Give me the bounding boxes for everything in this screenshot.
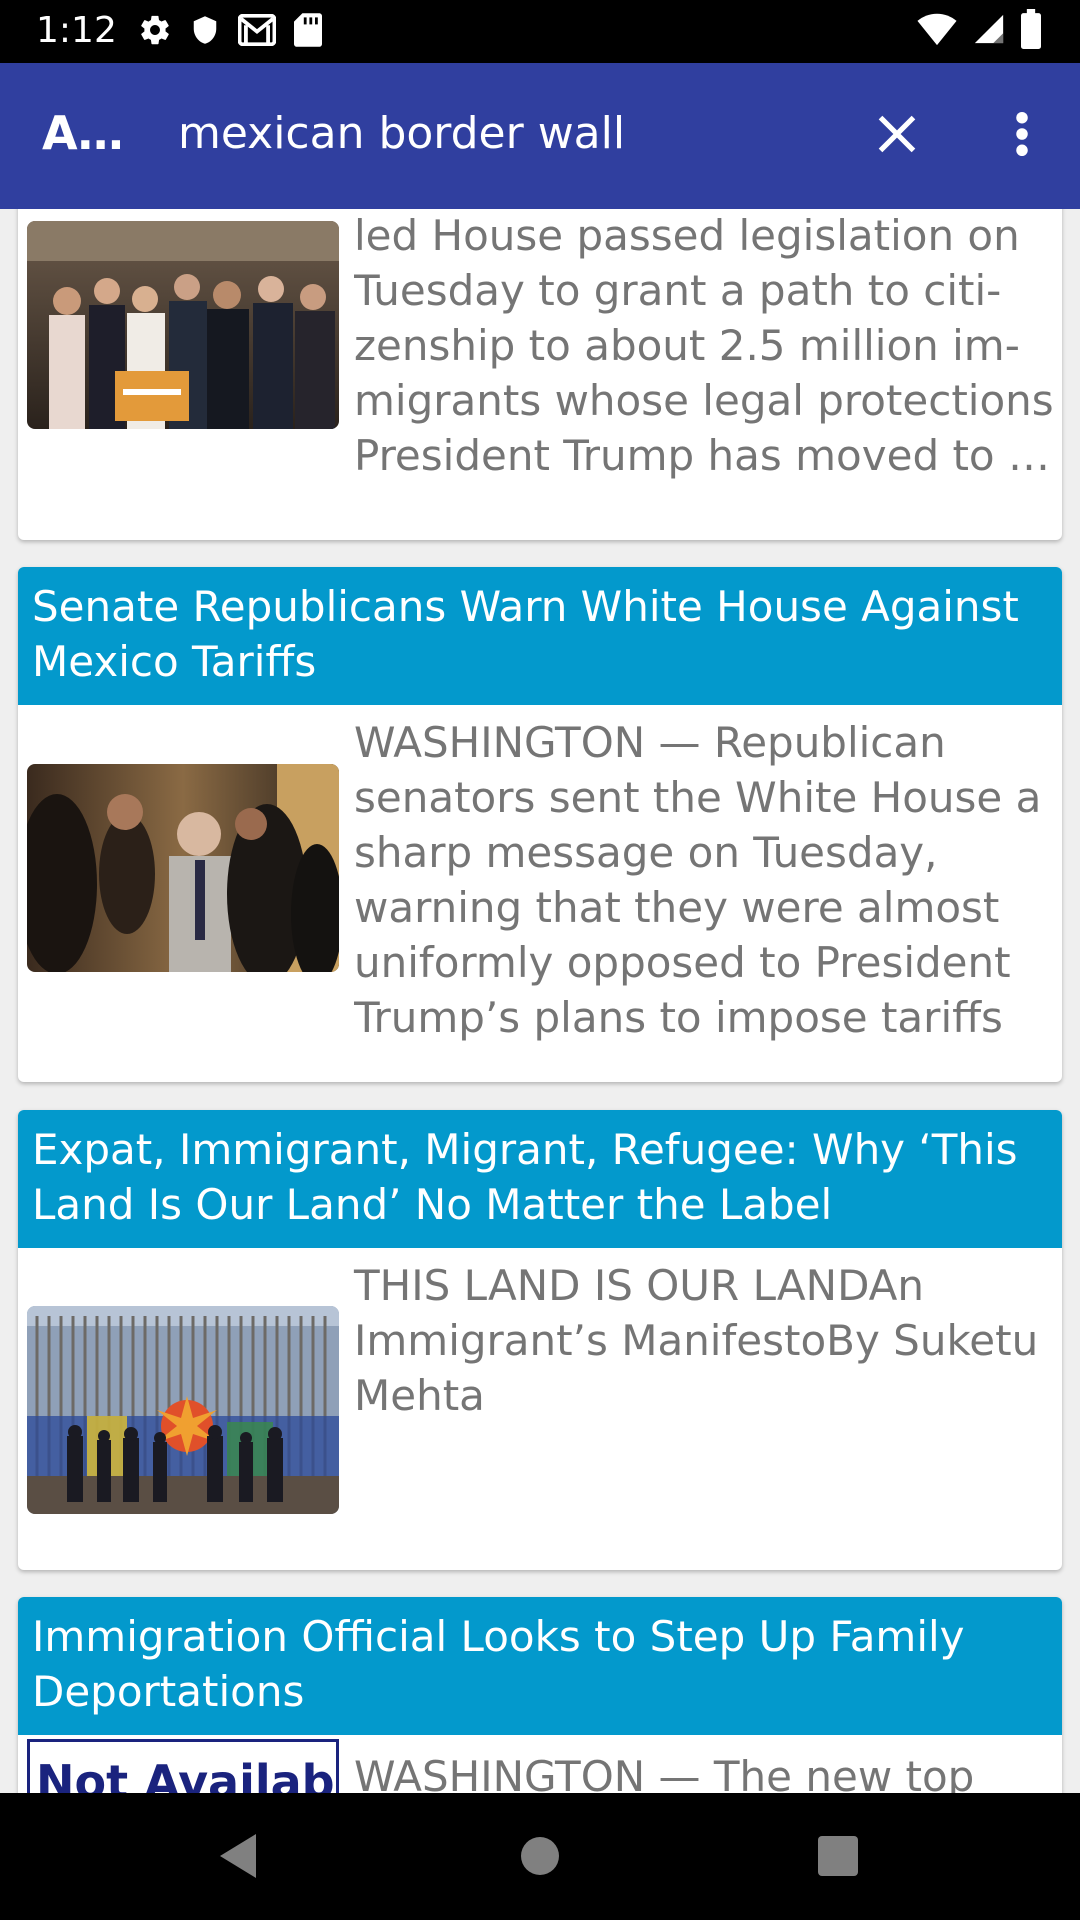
status-notification-icons <box>138 12 322 52</box>
navigation-bar <box>0 1793 1080 1920</box>
back-icon <box>216 1832 260 1884</box>
status-bar: 1:12 <box>0 0 1080 63</box>
article-card[interactable]: Expat, Immigrant, Migrant, Refugee: Why … <box>18 1110 1062 1570</box>
status-system-icons <box>916 9 1042 53</box>
article-snippet: WASHINGTON — Republican senators sent th… <box>354 718 1042 1042</box>
article-snippet: WASHINGTON — The Democrat-led House pass… <box>354 211 1054 480</box>
article-thumbnail <box>27 221 339 429</box>
article-title: Expat, Immigrant, Migrant, Refugee: Why … <box>18 1110 1062 1248</box>
signal-icon <box>972 12 1006 50</box>
article-snippet: THIS LAND IS OUR LANDAn Immigrant’s Mani… <box>354 1261 1039 1420</box>
nav-home-button[interactable] <box>500 1823 580 1893</box>
gear-icon <box>138 13 172 51</box>
article-thumbnail-placeholder: Not Available <box>27 1739 339 1793</box>
app-title: A… <box>42 106 124 160</box>
senator-image <box>27 764 339 972</box>
close-icon <box>875 112 919 160</box>
shield-icon <box>190 13 220 51</box>
sd-card-icon <box>294 13 322 51</box>
overflow-menu-button[interactable] <box>994 101 1050 171</box>
article-thumbnail <box>27 764 339 972</box>
article-card[interactable]: Immigration Official Looks to Step Up Fa… <box>18 1597 1062 1793</box>
wifi-icon <box>916 12 958 50</box>
search-input[interactable] <box>178 101 838 165</box>
gmail-icon <box>237 13 277 50</box>
home-icon <box>520 1836 560 1880</box>
not-available-label: Not Available <box>36 1755 336 1793</box>
recents-icon <box>818 1836 858 1880</box>
article-card[interactable]: Senate Republicans Warn White House Agai… <box>18 567 1062 1082</box>
article-card[interactable]: WASHINGTON — The Democrat-led House pass… <box>18 209 1062 540</box>
article-thumbnail <box>27 1306 339 1514</box>
nav-recents-button[interactable] <box>798 1823 878 1893</box>
more-vert-icon <box>1014 111 1030 161</box>
house-democrats-image <box>27 221 339 429</box>
article-snippet: WASHINGTON — The new top <box>354 1752 975 1793</box>
article-title: Senate Republicans Warn White House Agai… <box>18 567 1062 705</box>
border-wall-image <box>27 1306 339 1514</box>
nav-back-button[interactable] <box>198 1823 278 1893</box>
article-title: Immigration Official Looks to Step Up Fa… <box>18 1597 1062 1735</box>
app-bar: A… <box>0 63 1080 209</box>
battery-icon <box>1020 9 1042 53</box>
status-time: 1:12 <box>36 10 117 51</box>
article-list[interactable]: WASHINGTON — The Democrat-led House pass… <box>0 209 1080 1793</box>
clear-search-button[interactable] <box>862 101 932 171</box>
